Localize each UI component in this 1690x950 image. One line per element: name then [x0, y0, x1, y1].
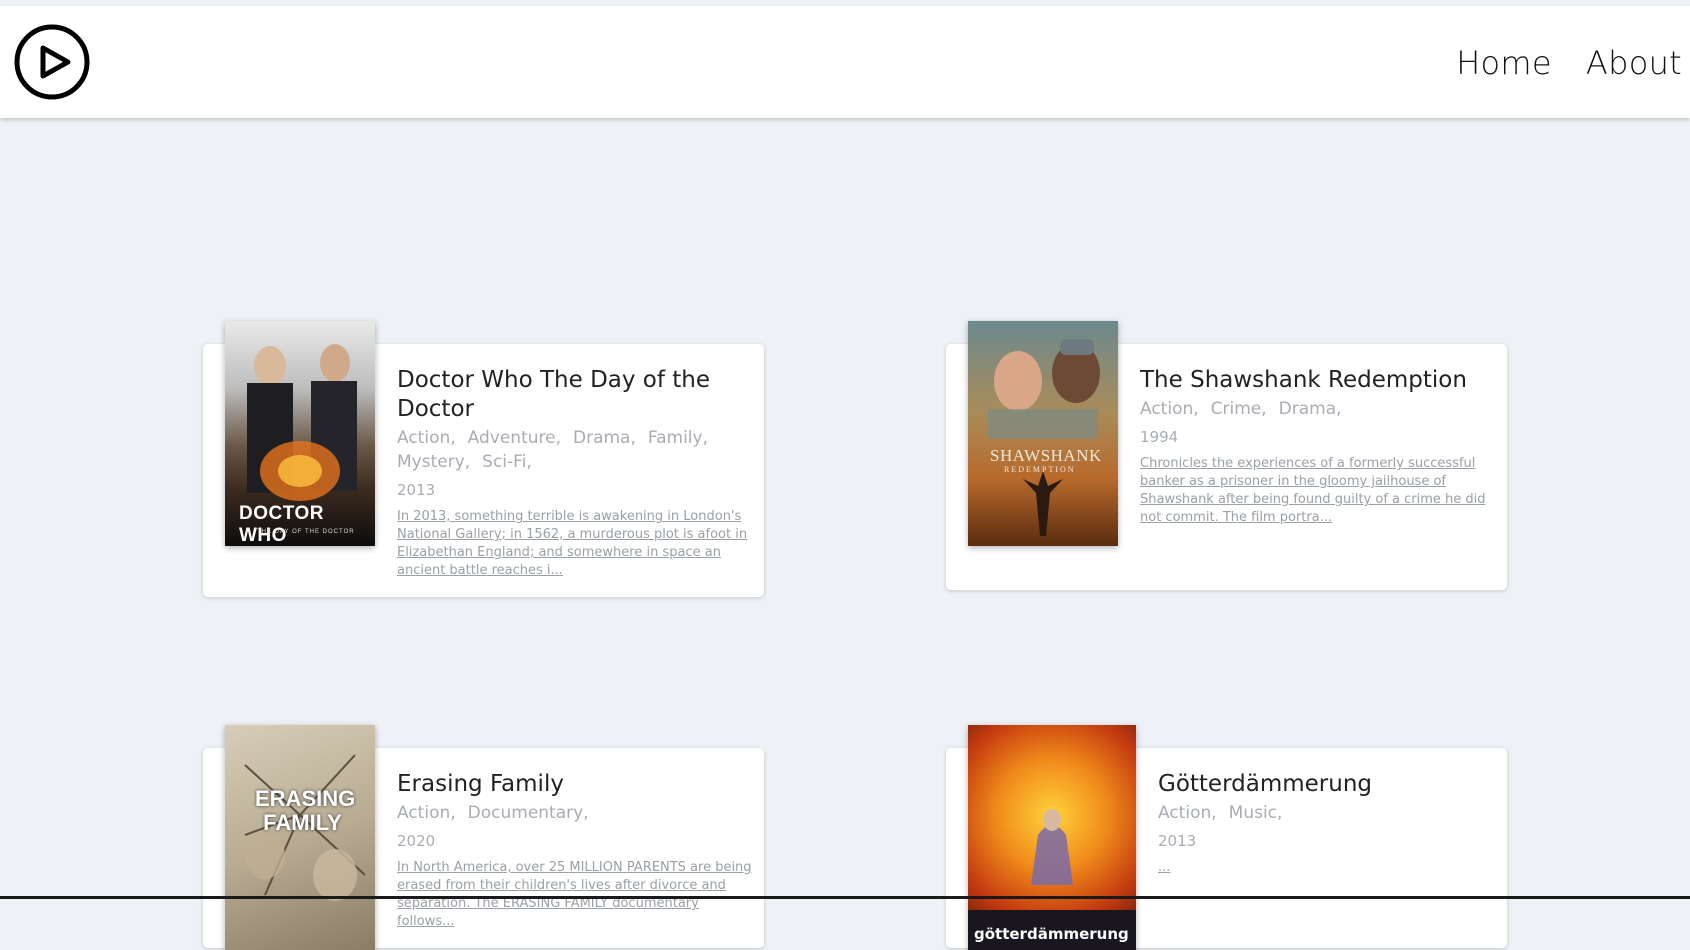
movie-info: The Shawshank Redemption Action, Crime, … [1140, 366, 1500, 527]
genre-tag: Action, [1158, 803, 1217, 823]
genre-tag: Music, [1228, 803, 1283, 823]
genre-tag: Family, [647, 428, 708, 448]
movie-title[interactable]: The Shawshank Redemption [1140, 366, 1500, 395]
poster-subtitle: REDEMPTION [1004, 465, 1076, 474]
nav-about-link[interactable]: About [1586, 44, 1682, 82]
play-circle-icon[interactable] [12, 22, 92, 102]
movie-poster[interactable]: götterdämmerung [968, 725, 1136, 950]
movie-poster[interactable]: ERASING FAMILY [225, 725, 375, 950]
nav-home-link[interactable]: Home [1456, 44, 1552, 82]
poster-title: götterdämmerung [974, 925, 1129, 943]
genre-tag: Action, [1140, 399, 1199, 419]
genre-list: Action, Adventure, Drama, Family, Myster… [397, 426, 752, 474]
poster-art [988, 339, 1100, 536]
movie-info: Erasing Family Action, Documentary, 2020… [397, 770, 752, 931]
movie-poster[interactable]: SHAWSHANK REDEMPTION [968, 321, 1118, 546]
poster-title: ERASING FAMILY [255, 786, 356, 835]
genre-list: Action, Music, [1158, 801, 1498, 825]
poster-art [244, 754, 366, 901]
genre-tag: Action, [397, 428, 456, 448]
genre-list: Action, Documentary, [397, 801, 752, 825]
movie-year: 2020 [397, 832, 436, 850]
movie-title[interactable]: Erasing Family [397, 770, 752, 799]
movie-title[interactable]: Götterdämmerung [1158, 770, 1498, 799]
genre-tag: Crime, [1210, 399, 1267, 419]
genre-tag: Drama, [1278, 399, 1342, 419]
poster-title: SHAWSHANK [990, 446, 1102, 465]
movie-year: 1994 [1140, 428, 1179, 446]
movie-summary-link[interactable]: In North America, over 25 MILLION PARENT… [397, 859, 752, 931]
movie-year: 2013 [1158, 832, 1197, 850]
movie-title[interactable]: Doctor Who The Day of the Doctor [397, 366, 752, 424]
poster-title: DOCTOR WHO [239, 503, 324, 546]
movie-summary-link[interactable]: ... [1158, 859, 1498, 877]
poster-subtitle: THE DAY OF THE DOCTOR [257, 529, 355, 535]
poster-art [968, 809, 1136, 950]
navbar: Home About [0, 6, 1690, 118]
genre-tag: Mystery, [397, 452, 471, 472]
genre-tag: Sci-Fi, [482, 452, 532, 472]
movie-info: Götterdämmerung Action, Music, 2013 ... [1158, 770, 1498, 877]
genre-tag: Action, [397, 803, 456, 823]
movie-info: Doctor Who The Day of the Doctor Action,… [397, 366, 752, 580]
genre-tag: Adventure, [467, 428, 561, 448]
movie-summary-link[interactable]: Chronicles the experiences of a formerly… [1140, 455, 1500, 527]
main-nav: Home About [1456, 44, 1682, 82]
genre-tag: Documentary, [467, 803, 589, 823]
movie-summary-link[interactable]: In 2013, something terrible is awakening… [397, 508, 752, 580]
genre-tag: Drama, [573, 428, 636, 448]
genre-list: Action, Crime, Drama, [1140, 397, 1500, 421]
movie-poster[interactable]: DOCTOR WHO THE DAY OF THE DOCTOR [225, 321, 375, 546]
movie-year: 2013 [397, 481, 436, 499]
